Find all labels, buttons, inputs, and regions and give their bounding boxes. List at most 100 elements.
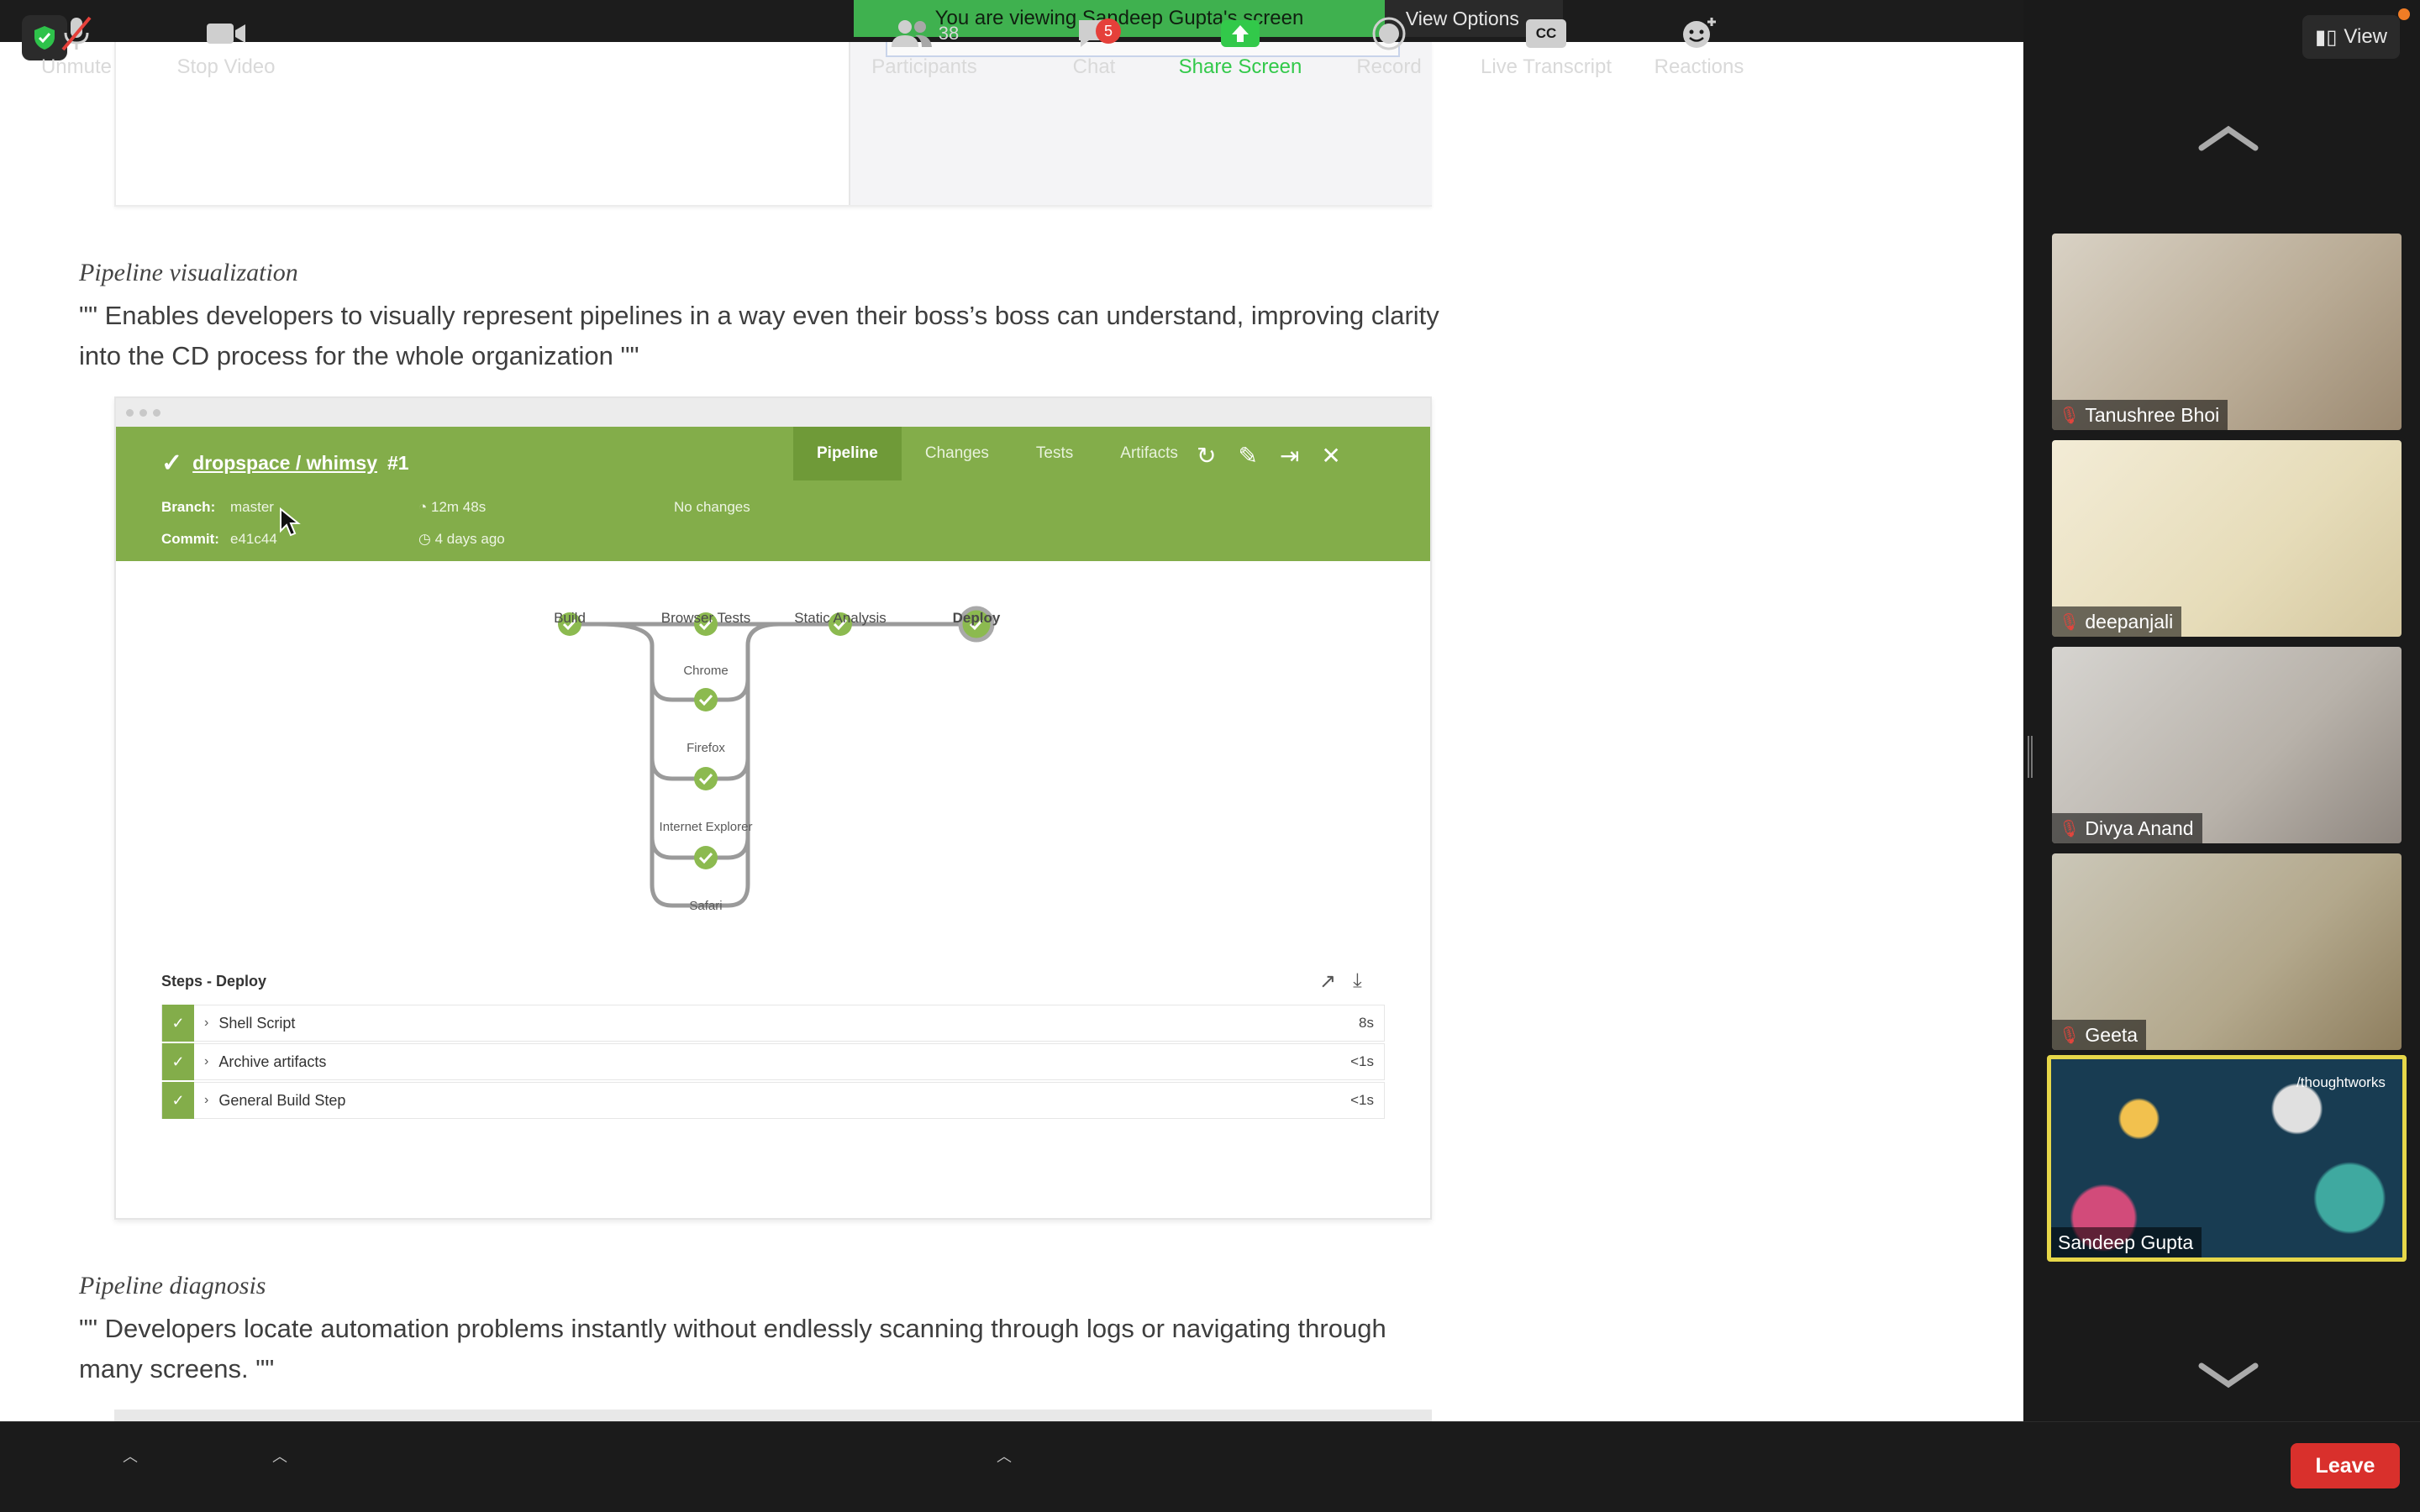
jenkins-run-header: ✓ dropspace / whimsy #1 Pipeline Changes… [116, 427, 1430, 561]
view-label: View [2344, 25, 2387, 48]
chevron-right-icon: › [204, 1016, 209, 1030]
changes-summary: No changes [674, 499, 750, 515]
stage-deploy: Deploy [952, 610, 1001, 626]
commit-value: e41c44 [230, 531, 277, 547]
tab-pipeline[interactable]: Pipeline [793, 427, 902, 480]
run-number: #1 [387, 451, 409, 474]
step-row[interactable]: ✓ › Shell Script 8s [161, 1005, 1385, 1042]
branch-label: Branch: [161, 499, 216, 515]
step-name: Shell Script [218, 1014, 296, 1032]
node-label-safari: Safari [689, 899, 723, 913]
record-label: Record [1356, 55, 1422, 78]
section-title-diagnosis: Pipeline diagnosis [79, 1272, 266, 1299]
rerun-icon[interactable]: ↻ [1197, 442, 1216, 470]
step-success-icon: ✓ [162, 1005, 194, 1042]
share-screen-button[interactable]: Share Screen [1173, 0, 1307, 91]
leave-meeting-button[interactable]: Leave [2291, 1443, 2400, 1488]
section-title-visualization: Pipeline visualization [79, 259, 298, 286]
section-body-diagnosis: "" Developers locate automation problems… [79, 1314, 1386, 1383]
chat-bubble-icon: 5 [1076, 12, 1121, 55]
next-screenshot-card [114, 1410, 1432, 1421]
video-camera-icon [205, 12, 247, 55]
node-label-internet-explorer: Internet Explorer [659, 820, 753, 834]
step-name: Archive artifacts [218, 1053, 327, 1070]
participants-icon-wrap: 38 [890, 12, 959, 55]
jenkins-pipeline-card: ✓ dropspace / whimsy #1 Pipeline Changes… [114, 396, 1432, 1220]
scroll-up-chevron-icon[interactable] [2195, 121, 2262, 155]
muted-mic-icon: 🎙 [2059, 612, 2081, 632]
gallery-view-icon: ▮▯ [2314, 25, 2338, 49]
tab-artifacts[interactable]: Artifacts [1097, 427, 1202, 480]
participant-tile[interactable]: 🎙 Divya Anand [2052, 647, 2402, 843]
participants-options-caret-icon[interactable]: ︿ [997, 1445, 1012, 1467]
stage-build: Build [554, 610, 586, 626]
download-icon[interactable]: ⤓ [1353, 969, 1362, 994]
node-internet-explorer[interactable] [694, 767, 718, 790]
step-success-icon: ✓ [162, 1043, 194, 1080]
clock-icon: ◷ [418, 531, 435, 547]
node-firefox[interactable] [694, 688, 718, 711]
success-check-icon: ✓ [161, 449, 183, 477]
commit-label: Commit: [161, 531, 219, 547]
participant-name-tag: 🎙 deepanjali [2052, 606, 2182, 637]
chat-unread-badge: 5 [1096, 18, 1121, 44]
scroll-down-chevron-icon[interactable] [2195, 1359, 2262, 1393]
section-body-visualization: "" Enables developers to visually repres… [79, 301, 1439, 370]
reactions-button[interactable]: Reactions [1647, 0, 1751, 91]
reactions-smiley-icon [1680, 12, 1718, 55]
participant-tile[interactable]: 🎙 Geeta [2052, 853, 2402, 1050]
step-duration: 8s [1359, 1015, 1374, 1031]
pipeline-link[interactable]: dropspace / whimsy [192, 452, 377, 475]
participant-tile-active-speaker[interactable]: /thoughtworks Sandeep Gupta [2047, 1055, 2407, 1262]
tab-changes[interactable]: Changes [902, 427, 1013, 480]
unmute-button[interactable]: Unmute [34, 0, 119, 91]
close-icon[interactable]: ✕ [1321, 442, 1340, 470]
duration-icon: ◔ [418, 499, 431, 515]
tab-tests[interactable]: Tests [1013, 427, 1097, 480]
participants-button[interactable]: 38 Participants [865, 0, 983, 91]
step-duration: <1s [1350, 1053, 1374, 1069]
open-classic-icon[interactable]: ⇥ [1280, 442, 1299, 470]
participant-tile[interactable]: 🎙 Tanushree Bhoi [2052, 234, 2402, 430]
node-label-firefox: Firefox [687, 741, 725, 755]
participant-tile[interactable]: 🎙 deepanjali [2052, 440, 2402, 637]
share-screen-icon [1219, 12, 1261, 55]
stop-video-label: Stop Video [176, 55, 276, 78]
open-external-icon[interactable]: ↗ [1319, 969, 1336, 994]
share-screen-label: Share Screen [1178, 55, 1302, 78]
record-button[interactable]: Record [1349, 0, 1428, 91]
chat-button[interactable]: 5 Chat [1060, 0, 1128, 91]
muted-mic-icon: 🎙 [2059, 406, 2081, 425]
stop-video-button[interactable]: Stop Video [168, 0, 284, 91]
video-options-caret-icon[interactable]: ︿ [272, 1445, 287, 1467]
chat-label: Chat [1072, 55, 1116, 78]
participants-label: Participants [871, 55, 977, 78]
muted-microphone-icon [60, 12, 93, 55]
duration: ◔ 12m 48s [418, 499, 487, 515]
branch-value: master [230, 499, 274, 515]
live-transcript-button[interactable]: CC Live Transcript [1472, 0, 1620, 91]
closed-captions-icon: CC [1526, 12, 1566, 55]
brand-logo: /thoughtworks [2296, 1074, 2386, 1090]
node-label-chrome: Chrome [683, 664, 729, 678]
step-row[interactable]: ✓ › Archive artifacts <1s [161, 1043, 1385, 1080]
run-title: ✓ dropspace / whimsy #1 [161, 442, 409, 484]
participants-icon [891, 20, 932, 47]
step-row[interactable]: ✓ › General Build Step <1s [161, 1082, 1385, 1119]
muted-mic-icon: 🎙 [2059, 819, 2081, 838]
view-button[interactable]: ▮▯ View [2302, 15, 2400, 59]
jenkins-tabs: Pipeline Changes Tests Artifacts [793, 427, 1202, 480]
stage-browser-tests: Browser Tests [660, 610, 751, 626]
edit-icon[interactable]: ✎ [1238, 442, 1257, 470]
audio-options-caret-icon[interactable]: ︿ [123, 1445, 138, 1467]
participant-name-tag: Sandeep Gupta [2051, 1227, 2202, 1257]
time-ago: ◷ 4 days ago [418, 531, 505, 547]
participants-count: 38 [938, 23, 960, 44]
stage-nodes [558, 606, 995, 869]
node-safari[interactable] [694, 846, 718, 869]
chevron-right-icon: › [204, 1054, 209, 1068]
steps-title: Steps - Deploy [161, 973, 267, 990]
panel-resize-handle[interactable] [2028, 736, 2033, 778]
chevron-right-icon: › [204, 1093, 209, 1107]
notification-dot [2398, 8, 2410, 20]
